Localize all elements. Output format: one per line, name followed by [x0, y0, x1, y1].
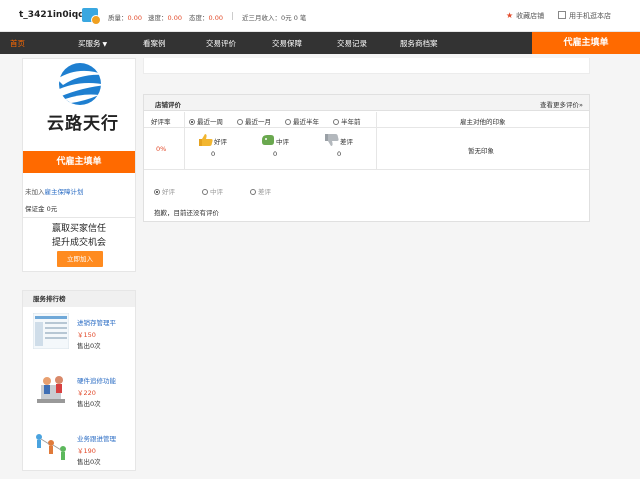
review-stats-row: 0% 好评 0 中评 0 差评 0 暂无印象 [144, 128, 589, 170]
good-rate-value: 0% [156, 145, 167, 153]
period-radio-half-year[interactable]: 最近半年 [285, 116, 319, 126]
impression-header: 雇主对他的印象 [460, 118, 506, 126]
favorite-shop-link[interactable]: ★ 收藏店铺 [506, 11, 544, 21]
guarantee-plan-link[interactable]: 雇主保障计划 [45, 188, 84, 196]
service-price: ￥150 [77, 331, 96, 339]
period-radio-month[interactable]: 最近一月 [237, 116, 271, 126]
radio-checked-icon [189, 119, 195, 125]
service-sold: 售出0次 [77, 458, 101, 466]
nav-records[interactable]: 交易记录 [337, 38, 367, 49]
shop-logo: 云路天行 [29, 61, 131, 149]
no-impression-text: 暂无印象 [468, 147, 494, 155]
join-now-button[interactable]: 立即加入 [57, 251, 103, 267]
logo-text: 云路天行 [47, 114, 119, 134]
attitude-rating: 态度：0.00 [189, 14, 223, 22]
service-sold: 售出0次 [77, 342, 101, 350]
top-bar: t_3421in0iqq 质量：0.00 速度：0.00 态度：0.00 近三月… [0, 0, 640, 32]
mobile-view-link[interactable]: 用手机逛本店 [558, 11, 611, 21]
more-reviews-link[interactable]: 查看更多评价» [540, 99, 583, 109]
filter-radio-bad[interactable]: 差评 [250, 186, 271, 196]
speed-rating: 速度：0.00 [148, 14, 182, 22]
nav-buy-service[interactable]: 买服务 ▼ [78, 38, 107, 49]
shop-review-panel: 店铺评价 查看更多评价» 好评率 最近一周 最近一月 最近半年 半年前 雇主对他… [143, 94, 590, 222]
service-price: ￥220 [77, 389, 96, 397]
review-period-row: 好评率 最近一周 最近一月 最近半年 半年前 雇主对他的印象 [144, 112, 589, 170]
radio-icon [202, 189, 208, 195]
service-name[interactable]: 业务跟进管理 [77, 433, 116, 443]
shop-username[interactable]: t_3421in0iqq [19, 10, 85, 20]
radio-checked-icon [154, 189, 160, 195]
star-icon: ★ [506, 11, 514, 20]
good-review-stat: 好评 0 [199, 134, 239, 164]
rate-label: 好评率 [151, 118, 171, 126]
list-item[interactable]: 进销存管理平 ￥150 售出0次 [31, 313, 131, 363]
thumbs-down-icon [325, 134, 339, 146]
certification-badge-icon [82, 8, 101, 25]
service-sold: 售出0次 [77, 400, 101, 408]
filter-radio-good[interactable]: 好评 [154, 186, 175, 196]
caret-down-icon: ▼ [102, 41, 108, 48]
service-thumbnail [33, 429, 69, 465]
radio-icon [250, 189, 256, 195]
join-slogan: 赢取买家信任 提升成交机会 [51, 224, 106, 248]
income-summary: 近三月收入：0元 0 笔 [242, 14, 307, 22]
nav-reviews[interactable]: 交易评价 [206, 38, 236, 49]
divider [232, 12, 233, 20]
radio-icon [333, 119, 339, 125]
deposit-amount: 保证金 0元 [25, 205, 58, 213]
main-nav: 首页 买服务 ▼ 看案例 交易评价 交易保障 交易记录 服务商档案 代雇主填单 [0, 32, 640, 54]
list-item[interactable]: 硬件追修功能 ￥220 售出0次 [31, 371, 131, 421]
service-thumbnail [33, 313, 69, 349]
empty-review-text: 抱歉，目前还没有评价 [154, 209, 219, 217]
content-header-panel [143, 58, 590, 74]
service-name[interactable]: 硬件追修功能 [77, 375, 116, 385]
filter-radio-neutral[interactable]: 中评 [202, 186, 223, 196]
neutral-thumb-icon [262, 135, 274, 145]
period-radio-week[interactable]: 最近一周 [189, 116, 223, 126]
neutral-review-stat: 中评 0 [261, 134, 301, 164]
list-item[interactable]: 业务跟进管理 ￥190 售出0次 [31, 429, 131, 479]
cloud-logo-icon [55, 63, 107, 105]
service-price: ￥190 [77, 447, 96, 455]
radio-icon [285, 119, 291, 125]
period-radio-older[interactable]: 半年前 [333, 116, 361, 126]
ranking-title: 服务排行榜 [23, 291, 135, 307]
service-thumbnail [33, 371, 69, 407]
nav-guarantee[interactable]: 交易保障 [272, 38, 302, 49]
quality-rating: 质量：0.00 [108, 14, 142, 22]
nav-cases[interactable]: 看案例 [143, 38, 166, 49]
service-ranking: 服务排行榜 进销存管理平 ￥150 售出0次 硬件追修功能 ￥220 售出0次 [22, 290, 136, 471]
bad-review-stat: 差评 0 [325, 134, 365, 164]
review-title: 店铺评价 [155, 101, 181, 109]
shop-profile-card: 云路天行 代雇主填单 未加入雇主保障计划 保证金 0元 赢取买家信任 提升成交机会… [22, 58, 136, 272]
guarantee-status: 未加入雇主保障计划 [25, 188, 84, 196]
qr-code-icon [558, 11, 566, 19]
nav-archive[interactable]: 服务商档案 [400, 38, 438, 49]
thumbs-up-icon [199, 134, 213, 146]
post-request-button-side[interactable]: 代雇主填单 [23, 151, 135, 173]
post-request-button[interactable]: 代雇主填单 [532, 32, 640, 54]
review-header: 店铺评价 查看更多评价» [144, 95, 589, 111]
radio-icon [237, 119, 243, 125]
service-name[interactable]: 进销存管理平 [77, 317, 116, 327]
divider [23, 217, 135, 218]
nav-home[interactable]: 首页 [10, 38, 25, 49]
